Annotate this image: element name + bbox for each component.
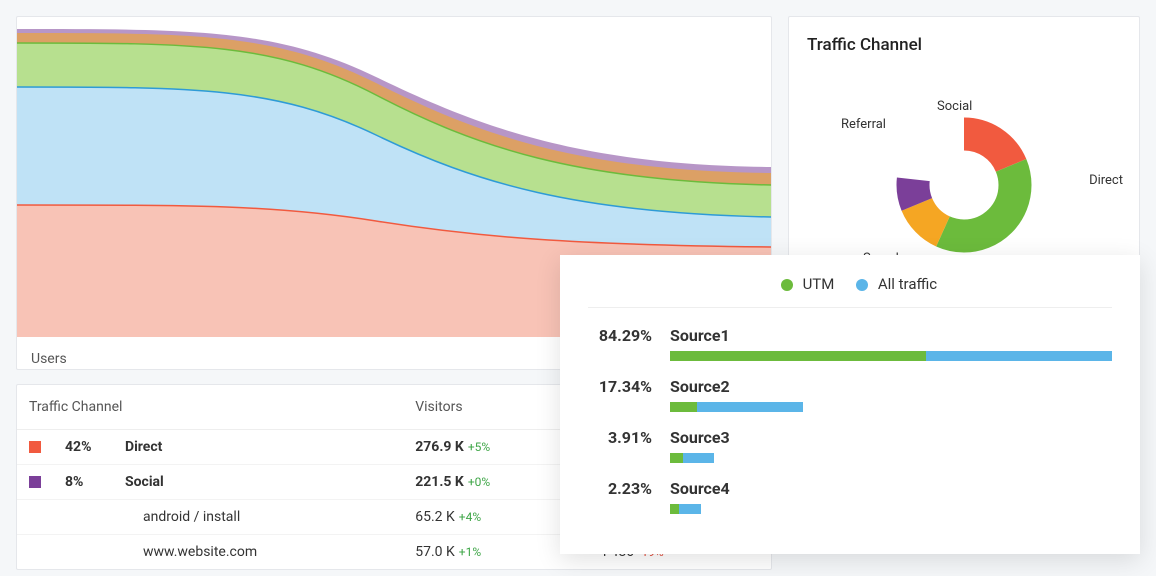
- source-bar: [670, 453, 1112, 463]
- source-name: Source3: [670, 428, 1112, 447]
- swatch-icon: [29, 476, 41, 488]
- legend-utm: UTM: [803, 275, 835, 293]
- donut-title: Traffic Channel: [807, 35, 1121, 55]
- donut-label-social: Social: [937, 99, 972, 114]
- source-row[interactable]: 3.91%Source3: [588, 428, 1112, 463]
- row-name: Social: [113, 465, 403, 500]
- source-row[interactable]: 2.23%Source4: [588, 479, 1112, 514]
- source-name: Source2: [670, 377, 1112, 396]
- source-percent: 2.23%: [588, 479, 670, 498]
- source-row[interactable]: 17.34%Source2: [588, 377, 1112, 412]
- row-name: android / install: [113, 500, 403, 535]
- source-percent: 17.34%: [588, 377, 670, 396]
- source-name: Source1: [670, 326, 1112, 345]
- source-bar: [670, 402, 1112, 412]
- legend-dot-all: [856, 279, 868, 291]
- row-name: Direct: [113, 430, 403, 465]
- source-row[interactable]: 84.29%Source1: [588, 326, 1112, 361]
- col-channel: Traffic Channel: [17, 385, 403, 430]
- donut-label-direct: Direct: [1089, 173, 1123, 188]
- source-percent: 84.29%: [588, 326, 670, 345]
- row-percent: 8%: [53, 465, 113, 500]
- source-bar: [670, 351, 1112, 361]
- legend-dot-utm: [781, 279, 793, 291]
- donut-label-referral: Referral: [841, 117, 886, 132]
- source-percent: 3.91%: [588, 428, 670, 447]
- row-name: www.website.com: [113, 535, 403, 570]
- source-bar: [670, 504, 1112, 514]
- sources-card: UTM All traffic 84.29%Source117.34%Sourc…: [560, 255, 1140, 554]
- legend-all: All traffic: [878, 275, 937, 293]
- sources-legend: UTM All traffic: [588, 275, 1112, 308]
- row-percent: [53, 535, 113, 570]
- row-percent: 42%: [53, 430, 113, 465]
- source-name: Source4: [670, 479, 1112, 498]
- row-percent: [53, 500, 113, 535]
- swatch-icon: [29, 441, 41, 453]
